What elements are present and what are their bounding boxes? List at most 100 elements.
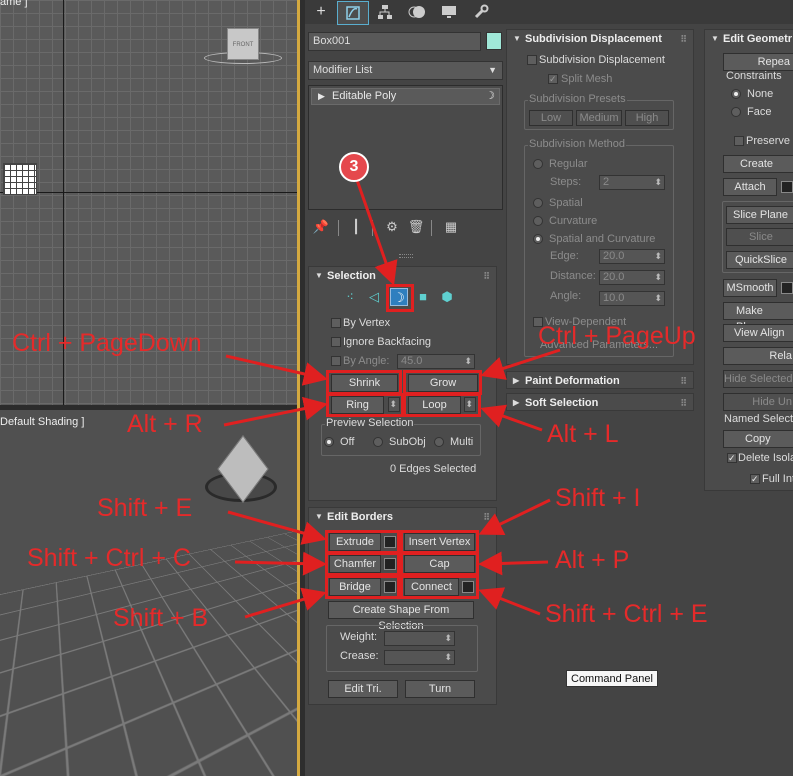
preview-off-label: Off	[340, 436, 355, 448]
modify-tab[interactable]	[337, 1, 369, 25]
slice-button[interactable]: Slice	[726, 228, 793, 246]
preset-high-button[interactable]: High	[625, 110, 669, 126]
modifier-stack[interactable]: ▶ Editable Poly ☽	[308, 85, 503, 210]
viewcube-icon[interactable]: FRONT	[227, 28, 259, 60]
polygon-mode-icon[interactable]: ■	[414, 288, 432, 306]
relax-button[interactable]: Rela	[723, 347, 793, 365]
split-mesh-label: Split Mesh	[561, 73, 613, 85]
rollout-grip-icon: ⠿	[680, 34, 687, 44]
method-regular-radio[interactable]	[533, 159, 543, 169]
show-end-result-icon[interactable]: ┃	[347, 218, 365, 236]
stack-item-editable-poly[interactable]: ▶ Editable Poly ☽	[311, 88, 500, 105]
crease-spinner[interactable]	[384, 650, 455, 665]
angle-label: Angle:	[550, 290, 582, 302]
by-angle-checkbox[interactable]	[331, 356, 341, 366]
display-icon	[442, 6, 456, 18]
method-spatial-radio[interactable]	[533, 198, 543, 208]
perspective-viewport[interactable]: Default Shading ]	[0, 410, 297, 776]
shortcut-cap: Alt + P	[555, 546, 630, 574]
method-curvature-radio[interactable]	[533, 216, 543, 226]
hide-selected-button[interactable]: Hide Selected	[723, 370, 793, 388]
constraint-none-radio[interactable]	[731, 89, 741, 99]
method-spatial-curvature-radio[interactable]	[533, 234, 543, 244]
hierarchy-tab[interactable]	[369, 0, 401, 24]
create-button[interactable]: Create	[723, 155, 793, 173]
steps-label: Steps:	[550, 176, 582, 188]
collapse-arrow-icon: ▼	[315, 512, 323, 521]
make-unique-icon[interactable]: ⚙	[383, 218, 401, 236]
msmooth-settings-icon[interactable]	[781, 282, 793, 294]
subdivision-displacement-checkbox[interactable]	[527, 55, 537, 65]
chamfer-highlight	[325, 552, 400, 576]
motion-tab[interactable]	[401, 0, 433, 24]
paint-deformation-title: Paint Deformation	[525, 375, 620, 387]
edge-label: Edge:	[550, 250, 579, 262]
panel-grip[interactable]	[399, 254, 413, 258]
attach-button[interactable]: Attach	[723, 178, 777, 196]
expand-triangle-icon[interactable]: ▶	[318, 89, 325, 104]
soft-selection-header[interactable]: ▶ Soft Selection ⠿	[507, 394, 693, 412]
by-vertex-checkbox[interactable]	[331, 318, 341, 328]
edge-spinner[interactable]: 20.0	[599, 249, 665, 264]
full-interactivity-checkbox[interactable]: ✓	[750, 474, 760, 484]
preset-medium-button[interactable]: Medium	[576, 110, 622, 126]
preset-low-button[interactable]: Low	[529, 110, 573, 126]
element-mode-icon[interactable]: ⬢	[438, 288, 456, 306]
modifier-list-dropdown[interactable]: Modifier List ▼	[308, 61, 503, 80]
view-align-button[interactable]: View Align	[723, 324, 793, 342]
remove-modifier-icon[interactable]: 🗑	[407, 218, 425, 236]
quickslice-button[interactable]: QuickSlice	[726, 251, 793, 269]
full-interactivity-label: Full Int	[762, 473, 793, 485]
stack-item-label: Editable Poly	[332, 90, 397, 102]
split-mesh-checkbox[interactable]: ✓	[548, 74, 558, 84]
object-color-swatch[interactable]	[486, 32, 502, 50]
create-tab[interactable]: +	[305, 0, 337, 24]
object-name-field[interactable]: Box001	[308, 32, 481, 51]
steps-spinner[interactable]: 2	[599, 175, 665, 190]
viewport-label-perspective[interactable]: Default Shading ]	[0, 416, 84, 428]
shortcut-insert-vertex: Shift + I	[555, 484, 641, 512]
make-planar-button[interactable]: Make Planar	[723, 302, 793, 333]
edit-geometry-header[interactable]: ▼ Edit Geometr	[705, 30, 793, 48]
paint-deformation-rollout[interactable]: ▶ Paint Deformation ⠿	[506, 371, 694, 389]
insert-vertex-highlight	[400, 530, 479, 554]
selection-rollout-header[interactable]: ▼ Selection ⠿	[309, 267, 496, 285]
constraint-face-radio[interactable]	[731, 107, 741, 117]
slice-plane-button[interactable]: Slice Plane	[726, 206, 793, 224]
preview-multi-radio[interactable]	[434, 437, 444, 447]
hide-unselected-button[interactable]: Hide Un	[723, 393, 793, 411]
edge-mode-triangle-icon[interactable]: ◁	[365, 288, 383, 306]
utilities-tab[interactable]	[465, 0, 497, 24]
named-selections-label: Named Selectio	[724, 413, 793, 425]
delete-isolated-checkbox[interactable]: ✓	[727, 453, 737, 463]
expand-arrow-icon: ▶	[513, 398, 520, 407]
collapse-arrow-icon: ▼	[513, 34, 521, 43]
edit-tri-button[interactable]: Edit Tri.	[328, 680, 398, 698]
preserve-uvs-checkbox[interactable]	[734, 136, 744, 146]
copy-button[interactable]: Copy	[723, 430, 793, 448]
edit-borders-rollout-header[interactable]: ▼ Edit Borders ⠿	[309, 508, 496, 526]
subdivision-displacement-label: Subdivision Displacement	[539, 54, 665, 66]
method-curvature-label: Curvature	[549, 215, 598, 227]
pin-stack-icon[interactable]: 📌	[312, 218, 330, 236]
attach-settings-icon[interactable]	[781, 181, 793, 193]
soft-selection-rollout[interactable]: ▶ Soft Selection ⠿	[506, 393, 694, 411]
repeat-last-button[interactable]: Repea	[723, 53, 793, 71]
subdivision-rollout-header[interactable]: ▼ Subdivision Displacement ⠿	[507, 30, 693, 48]
distance-spinner[interactable]: 20.0	[599, 270, 665, 285]
paint-deformation-header[interactable]: ▶ Paint Deformation ⠿	[507, 372, 693, 390]
angle-spinner[interactable]: 10.0	[599, 291, 665, 306]
preview-subobj-radio[interactable]	[373, 437, 383, 447]
by-angle-spinner[interactable]: 45.0	[397, 354, 475, 369]
msmooth-button[interactable]: MSmooth	[723, 279, 777, 297]
vertex-mode-icon[interactable]: ⁖	[341, 288, 359, 306]
ignore-backfacing-checkbox[interactable]	[331, 337, 341, 347]
create-shape-button[interactable]: Create Shape From Selection	[328, 601, 474, 632]
turn-button[interactable]: Turn	[405, 680, 475, 698]
viewport-label-top[interactable]: ame ]	[0, 0, 28, 8]
display-tab[interactable]	[433, 0, 465, 24]
preview-off-radio[interactable]	[324, 437, 334, 447]
shortcut-grow: Ctrl + PageUp	[538, 322, 696, 350]
weight-spinner[interactable]	[384, 631, 455, 646]
configure-sets-icon[interactable]: ▦	[442, 218, 460, 236]
